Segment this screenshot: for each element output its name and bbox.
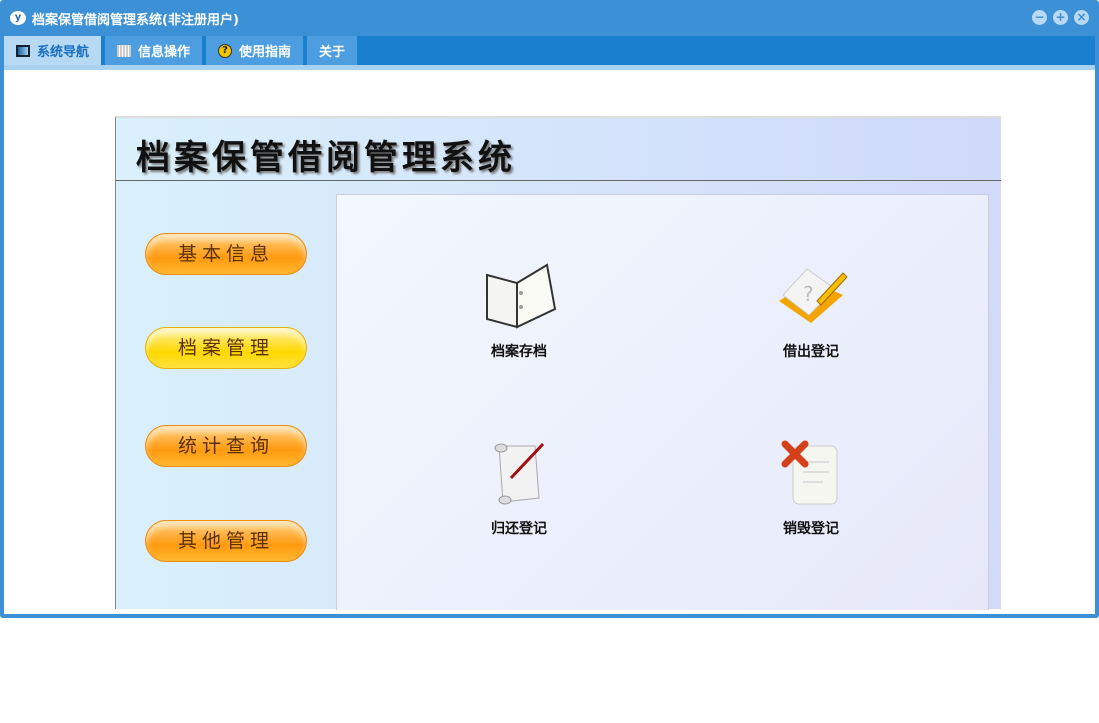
tab-system-navigation[interactable]: 系统导航 — [4, 36, 102, 65]
title-bar: y 档案保管借阅管理系统(非注册用户) − + × — [0, 0, 1099, 36]
window-title: 档案保管借阅管理系统(非注册用户) — [32, 12, 239, 28]
binder-icon — [486, 263, 557, 329]
menu-archive-management-button[interactable]: 档案管理 — [145, 327, 307, 369]
tab-bar: 系统导航 信息操作 ? 使用指南 关于 — [4, 36, 1095, 65]
lend-register-action[interactable]: ? 借出登记 — [751, 261, 871, 361]
delete-document-icon — [781, 440, 838, 505]
app-logo-icon: y — [10, 11, 26, 25]
monitor-icon — [16, 44, 30, 57]
banner-title: 档案保管借阅管理系统 — [136, 138, 516, 178]
help-icon: ? — [218, 43, 233, 58]
tab-user-guide[interactable]: ? 使用指南 — [206, 36, 304, 65]
tab-about[interactable]: 关于 — [307, 36, 358, 65]
minimize-button[interactable]: − — [1032, 10, 1047, 25]
svg-text:?: ? — [803, 282, 814, 306]
book-pencil-icon: ? — [779, 268, 848, 323]
main-banner: 档案保管借阅管理系统 基本信息 档案管理 统计查询 其他管理 档案存档 ? 借出… — [115, 116, 1001, 610]
return-register-action[interactable]: 归还登记 — [459, 438, 579, 538]
maximize-button[interactable]: + — [1053, 10, 1068, 25]
grid-icon — [117, 44, 132, 57]
menu-statistics-query-button[interactable]: 统计查询 — [145, 425, 307, 467]
archive-store-action[interactable]: 档案存档 — [459, 261, 579, 361]
menu-other-management-button[interactable]: 其他管理 — [145, 520, 307, 562]
action-panel: 档案存档 ? 借出登记 归还登记 销毁登记 — [336, 194, 989, 610]
menu-basic-info-button[interactable]: 基本信息 — [145, 233, 307, 275]
scroll-icon — [494, 442, 545, 505]
destroy-register-action[interactable]: 销毁登记 — [751, 438, 871, 538]
tab-info-operations[interactable]: 信息操作 — [105, 36, 203, 65]
close-button[interactable]: × — [1074, 10, 1089, 25]
